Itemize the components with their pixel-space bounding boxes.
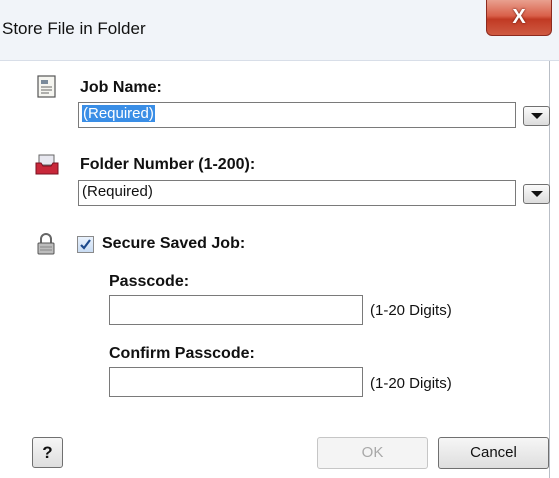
folder-number-input[interactable]: (Required)	[78, 180, 516, 206]
window-title: Store File in Folder	[2, 19, 146, 38]
secure-job-label: Secure Saved Job:	[102, 235, 246, 252]
cancel-button[interactable]: Cancel	[438, 437, 549, 469]
job-name-label: Job Name:	[80, 79, 162, 96]
folder-tray-icon	[35, 154, 59, 175]
confirm-passcode-input[interactable]	[109, 367, 363, 397]
job-name-dropdown-button[interactable]	[523, 106, 550, 126]
close-button[interactable]: X	[486, 0, 552, 36]
ok-button[interactable]: OK	[317, 437, 428, 469]
document-icon	[37, 75, 56, 98]
job-name-value: (Required)	[82, 105, 155, 122]
confirm-passcode-hint: (1-20 Digits)	[370, 375, 452, 392]
secure-job-checkbox[interactable]	[77, 236, 94, 253]
passcode-input[interactable]	[109, 295, 363, 325]
help-button[interactable]: ?	[32, 437, 63, 468]
folder-number-dropdown-button[interactable]	[523, 184, 550, 204]
folder-number-label: Folder Number (1-200):	[80, 156, 256, 173]
passcode-label: Passcode:	[109, 273, 190, 290]
lock-icon	[37, 233, 55, 255]
folder-number-value: (Required)	[82, 183, 153, 200]
checkmark-icon	[80, 239, 91, 250]
title-bar: Store File in Folder X	[0, 0, 559, 61]
confirm-passcode-label: Confirm Passcode:	[109, 345, 255, 362]
job-name-input[interactable]: (Required)	[78, 102, 516, 128]
passcode-hint: (1-20 Digits)	[370, 302, 452, 319]
